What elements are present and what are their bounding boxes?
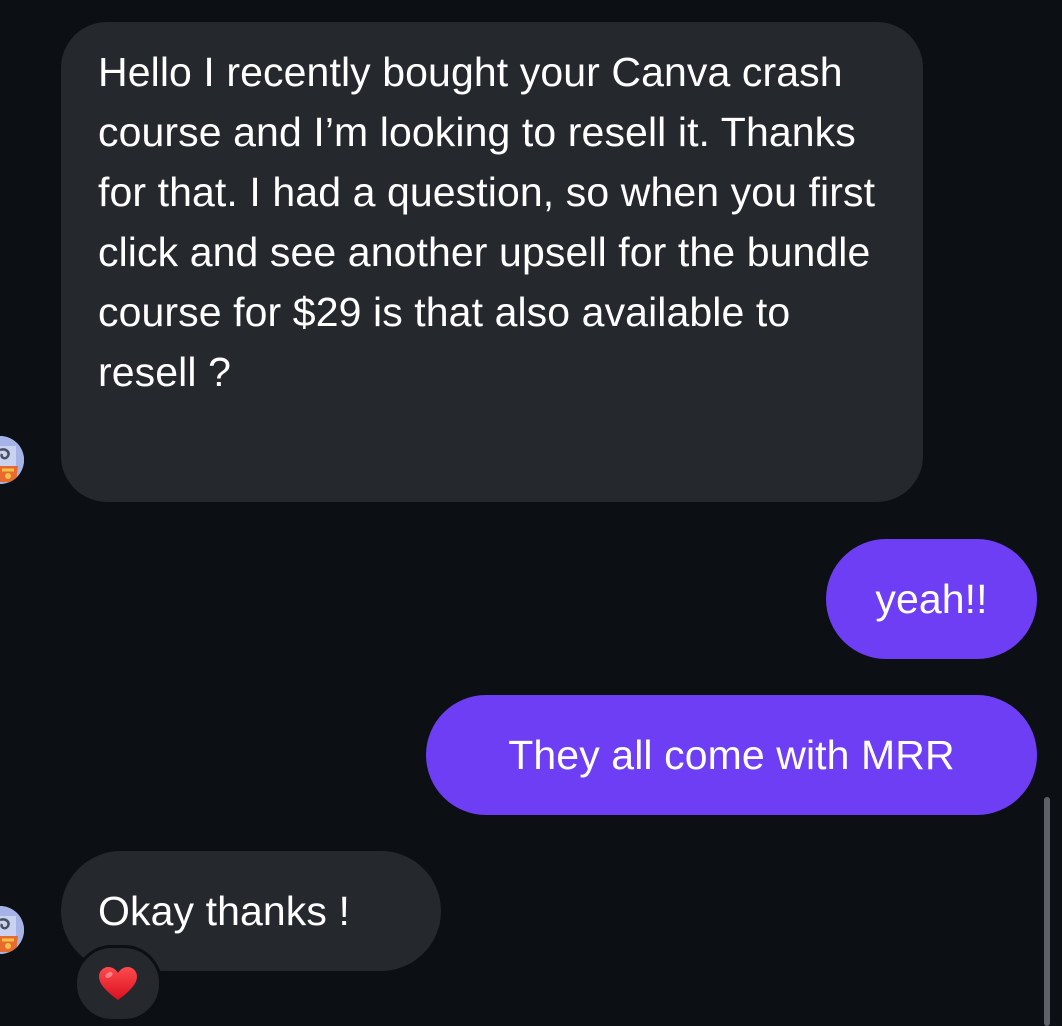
incoming-message-bubble[interactable]: Hello I recently bought your Canva crash… bbox=[61, 22, 923, 502]
sender-avatar[interactable] bbox=[0, 906, 24, 954]
avatar-illustration-icon bbox=[0, 906, 24, 954]
heart-icon bbox=[99, 966, 137, 1000]
message-thread[interactable]: Hello I recently bought your Canva crash… bbox=[0, 0, 1062, 1026]
outgoing-message-bubble[interactable]: yeah!! bbox=[826, 539, 1037, 659]
message-text: They all come with MRR bbox=[508, 732, 955, 778]
sender-avatar[interactable] bbox=[0, 436, 24, 484]
avatar-illustration-icon bbox=[0, 436, 24, 484]
message-reaction[interactable] bbox=[74, 945, 162, 1022]
scrollbar[interactable] bbox=[1044, 797, 1050, 1026]
message-text: yeah!! bbox=[875, 576, 988, 622]
outgoing-message-bubble[interactable]: They all come with MRR bbox=[426, 695, 1037, 815]
message-text: Hello I recently bought your Canva crash… bbox=[98, 49, 876, 395]
message-text: Okay thanks ! bbox=[98, 888, 350, 934]
